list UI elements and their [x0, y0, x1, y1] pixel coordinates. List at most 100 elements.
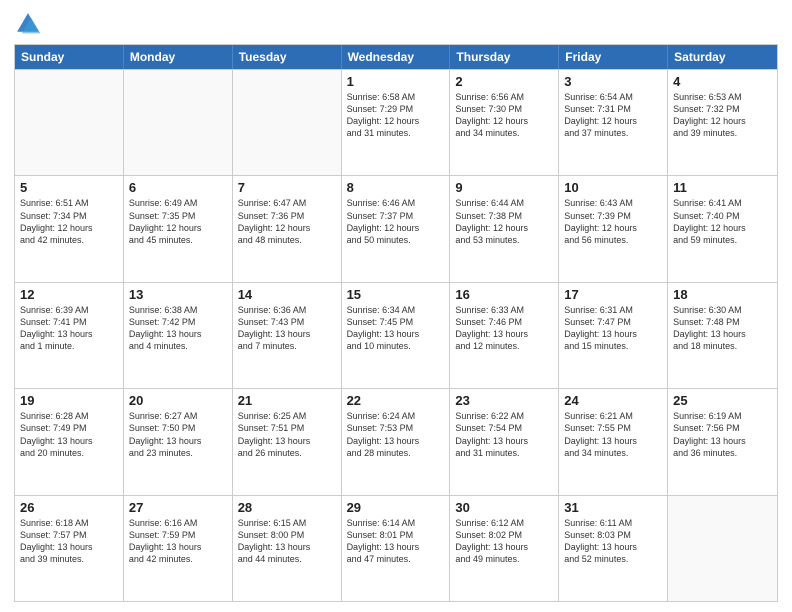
- day-info: Sunrise: 6:33 AM Sunset: 7:46 PM Dayligh…: [455, 304, 553, 353]
- day-number: 16: [455, 287, 553, 302]
- day-info: Sunrise: 6:39 AM Sunset: 7:41 PM Dayligh…: [20, 304, 118, 353]
- day-info: Sunrise: 6:53 AM Sunset: 7:32 PM Dayligh…: [673, 91, 772, 140]
- day-info: Sunrise: 6:58 AM Sunset: 7:29 PM Dayligh…: [347, 91, 445, 140]
- day-info: Sunrise: 6:54 AM Sunset: 7:31 PM Dayligh…: [564, 91, 662, 140]
- day-number: 11: [673, 180, 772, 195]
- day-cell-23: 23 Sunrise: 6:22 AM Sunset: 7:54 PM Dayli…: [450, 389, 559, 494]
- day-info: Sunrise: 6:44 AM Sunset: 7:38 PM Dayligh…: [455, 197, 553, 246]
- page: SundayMondayTuesdayWednesdayThursdayFrid…: [0, 0, 792, 612]
- day-number: 12: [20, 287, 118, 302]
- day-cell-14: 14 Sunrise: 6:36 AM Sunset: 7:43 PM Dayli…: [233, 283, 342, 388]
- day-cell-13: 13 Sunrise: 6:38 AM Sunset: 7:42 PM Dayli…: [124, 283, 233, 388]
- day-number: 23: [455, 393, 553, 408]
- empty-cell: [668, 496, 777, 601]
- day-number: 27: [129, 500, 227, 515]
- day-number: 3: [564, 74, 662, 89]
- logo: [14, 10, 46, 38]
- day-cell-17: 17Sunrise: 6:31 AM Sunset: 7:47 PM Dayli…: [559, 283, 668, 388]
- day-number: 22: [347, 393, 445, 408]
- day-info: Sunrise: 6:24 AM Sunset: 7:53 PM Dayligh…: [347, 410, 445, 459]
- day-number: 20: [129, 393, 227, 408]
- day-number: 18: [673, 287, 772, 302]
- day-info: Sunrise: 6:41 AM Sunset: 7:40 PM Dayligh…: [673, 197, 772, 246]
- day-info: Sunrise: 6:49 AM Sunset: 7:35 PM Dayligh…: [129, 197, 227, 246]
- day-number: 10: [564, 180, 662, 195]
- day-info: Sunrise: 6:16 AM Sunset: 7:59 PM Dayligh…: [129, 517, 227, 566]
- weekday-header-wednesday: Wednesday: [342, 45, 451, 69]
- calendar-row-5: 26Sunrise: 6:18 AM Sunset: 7:57 PM Dayli…: [15, 495, 777, 601]
- day-cell-1: 1Sunrise: 6:58 AM Sunset: 7:29 PM Daylig…: [342, 70, 451, 175]
- day-cell-19: 19Sunrise: 6:28 AM Sunset: 7:49 PM Dayli…: [15, 389, 124, 494]
- day-info: Sunrise: 6:28 AM Sunset: 7:49 PM Dayligh…: [20, 410, 118, 459]
- day-info: Sunrise: 6:34 AM Sunset: 7:45 PM Dayligh…: [347, 304, 445, 353]
- day-number: 4: [673, 74, 772, 89]
- day-number: 26: [20, 500, 118, 515]
- empty-cell: [233, 70, 342, 175]
- day-number: 24: [564, 393, 662, 408]
- day-cell-30: 30Sunrise: 6:12 AM Sunset: 8:02 PM Dayli…: [450, 496, 559, 601]
- day-cell-18: 18 Sunrise: 6:30 AM Sunset: 7:48 PM Dayli…: [668, 283, 777, 388]
- day-info: Sunrise: 6:27 AM Sunset: 7:50 PM Dayligh…: [129, 410, 227, 459]
- day-number: 14: [238, 287, 336, 302]
- day-cell-25: 25Sunrise: 6:19 AM Sunset: 7:56 PM Dayli…: [668, 389, 777, 494]
- day-cell-10: 10Sunrise: 6:43 AM Sunset: 7:39 PM Dayli…: [559, 176, 668, 281]
- day-cell-11: 11 Sunrise: 6:41 AM Sunset: 7:40 PM Dayli…: [668, 176, 777, 281]
- day-cell-6: 6 Sunrise: 6:49 AM Sunset: 7:35 PM Daylig…: [124, 176, 233, 281]
- empty-cell: [15, 70, 124, 175]
- calendar-header: SundayMondayTuesdayWednesdayThursdayFrid…: [15, 45, 777, 69]
- calendar-row-2: 5Sunrise: 6:51 AM Sunset: 7:34 PM Daylig…: [15, 175, 777, 281]
- calendar-body: 1Sunrise: 6:58 AM Sunset: 7:29 PM Daylig…: [15, 69, 777, 601]
- day-number: 7: [238, 180, 336, 195]
- day-cell-5: 5Sunrise: 6:51 AM Sunset: 7:34 PM Daylig…: [15, 176, 124, 281]
- weekday-header-sunday: Sunday: [15, 45, 124, 69]
- day-cell-21: 21 Sunrise: 6:25 AM Sunset: 7:51 PM Dayli…: [233, 389, 342, 494]
- day-cell-12: 12 Sunrise: 6:39 AM Sunset: 7:41 PM Dayli…: [15, 283, 124, 388]
- calendar-row-4: 19Sunrise: 6:28 AM Sunset: 7:49 PM Dayli…: [15, 388, 777, 494]
- day-info: Sunrise: 6:22 AM Sunset: 7:54 PM Dayligh…: [455, 410, 553, 459]
- day-number: 2: [455, 74, 553, 89]
- empty-cell: [124, 70, 233, 175]
- day-cell-2: 2Sunrise: 6:56 AM Sunset: 7:30 PM Daylig…: [450, 70, 559, 175]
- day-number: 6: [129, 180, 227, 195]
- day-number: 21: [238, 393, 336, 408]
- weekday-header-friday: Friday: [559, 45, 668, 69]
- day-cell-26: 26Sunrise: 6:18 AM Sunset: 7:57 PM Dayli…: [15, 496, 124, 601]
- day-cell-7: 7 Sunrise: 6:47 AM Sunset: 7:36 PM Daylig…: [233, 176, 342, 281]
- calendar: SundayMondayTuesdayWednesdayThursdayFrid…: [14, 44, 778, 602]
- day-info: Sunrise: 6:36 AM Sunset: 7:43 PM Dayligh…: [238, 304, 336, 353]
- day-cell-20: 20 Sunrise: 6:27 AM Sunset: 7:50 PM Dayli…: [124, 389, 233, 494]
- day-number: 17: [564, 287, 662, 302]
- weekday-header-tuesday: Tuesday: [233, 45, 342, 69]
- day-info: Sunrise: 6:21 AM Sunset: 7:55 PM Dayligh…: [564, 410, 662, 459]
- day-cell-16: 16 Sunrise: 6:33 AM Sunset: 7:46 PM Dayli…: [450, 283, 559, 388]
- day-number: 8: [347, 180, 445, 195]
- day-number: 25: [673, 393, 772, 408]
- day-info: Sunrise: 6:46 AM Sunset: 7:37 PM Dayligh…: [347, 197, 445, 246]
- day-info: Sunrise: 6:47 AM Sunset: 7:36 PM Dayligh…: [238, 197, 336, 246]
- day-info: Sunrise: 6:25 AM Sunset: 7:51 PM Dayligh…: [238, 410, 336, 459]
- day-cell-8: 8 Sunrise: 6:46 AM Sunset: 7:37 PM Daylig…: [342, 176, 451, 281]
- day-cell-24: 24 Sunrise: 6:21 AM Sunset: 7:55 PM Dayli…: [559, 389, 668, 494]
- header: [14, 10, 778, 38]
- day-number: 30: [455, 500, 553, 515]
- day-cell-3: 3 Sunrise: 6:54 AM Sunset: 7:31 PM Daylig…: [559, 70, 668, 175]
- day-cell-28: 28 Sunrise: 6:15 AM Sunset: 8:00 PM Dayli…: [233, 496, 342, 601]
- day-number: 29: [347, 500, 445, 515]
- day-number: 15: [347, 287, 445, 302]
- day-number: 9: [455, 180, 553, 195]
- day-cell-15: 15 Sunrise: 6:34 AM Sunset: 7:45 PM Dayli…: [342, 283, 451, 388]
- day-number: 31: [564, 500, 662, 515]
- day-info: Sunrise: 6:30 AM Sunset: 7:48 PM Dayligh…: [673, 304, 772, 353]
- weekday-header-saturday: Saturday: [668, 45, 777, 69]
- day-info: Sunrise: 6:11 AM Sunset: 8:03 PM Dayligh…: [564, 517, 662, 566]
- weekday-header-thursday: Thursday: [450, 45, 559, 69]
- day-info: Sunrise: 6:38 AM Sunset: 7:42 PM Dayligh…: [129, 304, 227, 353]
- calendar-row-1: 1Sunrise: 6:58 AM Sunset: 7:29 PM Daylig…: [15, 69, 777, 175]
- day-cell-22: 22 Sunrise: 6:24 AM Sunset: 7:53 PM Dayli…: [342, 389, 451, 494]
- day-number: 28: [238, 500, 336, 515]
- calendar-row-3: 12 Sunrise: 6:39 AM Sunset: 7:41 PM Dayli…: [15, 282, 777, 388]
- day-number: 13: [129, 287, 227, 302]
- day-cell-31: 31 Sunrise: 6:11 AM Sunset: 8:03 PM Dayli…: [559, 496, 668, 601]
- day-info: Sunrise: 6:51 AM Sunset: 7:34 PM Dayligh…: [20, 197, 118, 246]
- day-info: Sunrise: 6:15 AM Sunset: 8:00 PM Dayligh…: [238, 517, 336, 566]
